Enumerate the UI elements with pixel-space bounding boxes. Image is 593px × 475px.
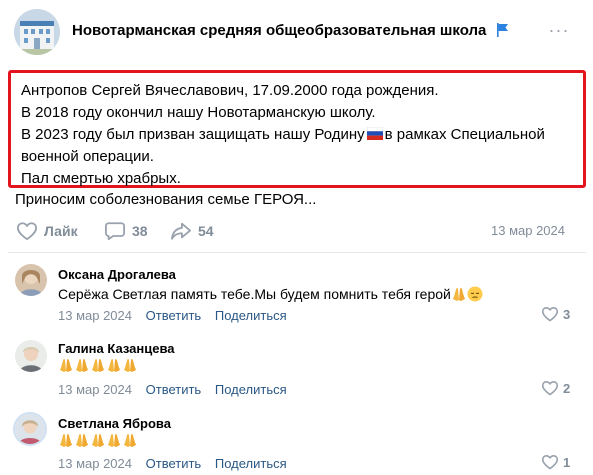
- post-line: Антропов Сергей Вячеславович, 17.09.2000…: [21, 82, 439, 99]
- folded-hands-icon: [74, 432, 90, 451]
- comment-like-count: 2: [563, 380, 571, 396]
- folded-hands-icon: [90, 432, 106, 451]
- avatar[interactable]: [15, 264, 47, 296]
- like-label: Лайк: [44, 223, 78, 239]
- reply-button[interactable]: Ответить: [146, 308, 202, 323]
- comment-like-button[interactable]: 2: [541, 380, 570, 396]
- heart-icon: [541, 455, 559, 470]
- post-line-part: В 2023 году был призван защищать нашу Ро…: [21, 126, 365, 143]
- folded-hands-icon: [106, 432, 122, 451]
- divider: [8, 252, 586, 253]
- more-options-button[interactable]: ···: [548, 20, 570, 40]
- post-line-with-flag: В 2023 году был призван защищать нашу Ро…: [21, 125, 545, 146]
- comment-like-button[interactable]: 1: [541, 454, 570, 470]
- share-icon: [171, 222, 191, 240]
- post-line: военной операции.: [21, 148, 154, 165]
- share-comment-button[interactable]: Поделиться: [215, 382, 287, 397]
- comment-icon: [105, 222, 125, 241]
- post-text-extra: Приносим соболезнования семье ГЕРОЯ...: [15, 191, 317, 208]
- folded-hands-icon: [451, 286, 467, 305]
- comment-like-count: 3: [563, 306, 571, 322]
- comment-date[interactable]: 13 мар 2024: [58, 308, 132, 323]
- folded-hands-icon: [122, 432, 138, 451]
- comment-item: Галина Казанцева 13 мар 2024 Ответить По…: [0, 336, 593, 404]
- comment-text: [58, 432, 138, 451]
- comment-author[interactable]: Оксана Дрогалева: [58, 267, 176, 282]
- folded-hands-icon: [74, 357, 90, 376]
- post-header: Новотарманская средняя общеобразовательн…: [0, 0, 593, 62]
- group-avatar[interactable]: [14, 9, 60, 55]
- comments-count: 38: [132, 223, 148, 239]
- heart-icon: [541, 307, 559, 322]
- reply-button[interactable]: Ответить: [146, 382, 202, 397]
- share-comment-button[interactable]: Поделиться: [215, 456, 287, 471]
- folded-hands-icon: [58, 357, 74, 376]
- folded-hands-icon: [106, 357, 122, 376]
- comment-text: [58, 357, 138, 376]
- avatar[interactable]: [15, 340, 47, 372]
- comment-like-count: 1: [563, 454, 571, 470]
- post-line: Пал смертью храбрых.: [21, 170, 181, 187]
- avatar[interactable]: [13, 412, 47, 446]
- shares-count: 54: [198, 223, 214, 239]
- comment-date[interactable]: 13 мар 2024: [58, 456, 132, 471]
- heart-icon: [541, 381, 559, 396]
- flag-icon: [496, 23, 509, 41]
- pensive-face-icon: [467, 286, 483, 305]
- comment-meta: 13 мар 2024 Ответить Поделиться: [58, 456, 287, 471]
- share-button[interactable]: 54: [170, 216, 214, 246]
- russian-flag-icon: [366, 126, 383, 146]
- comments-button[interactable]: 38: [104, 216, 148, 246]
- comment-item: Оксана Дрогалева Серёжа Светлая память т…: [0, 262, 593, 330]
- group-name[interactable]: Новотарманская средняя общеобразовательн…: [72, 22, 509, 41]
- comment-text: Серёжа Светлая память тебе.Мы будем помн…: [58, 286, 483, 305]
- group-name-text[interactable]: Новотарманская средняя общеобразовательн…: [72, 22, 486, 39]
- folded-hands-icon: [122, 357, 138, 376]
- like-button[interactable]: Лайк: [16, 216, 78, 246]
- comment-like-button[interactable]: 3: [541, 306, 570, 322]
- comment-text-content: Серёжа Светлая память тебе.Мы будем помн…: [58, 286, 451, 302]
- post-actions: Лайк 38 54 13 мар 2024: [0, 216, 593, 246]
- comment-author[interactable]: Галина Казанцева: [58, 341, 175, 356]
- share-comment-button[interactable]: Поделиться: [215, 308, 287, 323]
- reply-button[interactable]: Ответить: [146, 456, 202, 471]
- post-date[interactable]: 13 мар 2024: [491, 223, 565, 238]
- post-line-part: в рамках Специальной: [384, 126, 545, 143]
- comment-author[interactable]: Светлана Яброва: [58, 416, 171, 431]
- comment-meta: 13 мар 2024 Ответить Поделиться: [58, 382, 287, 397]
- post-line: В 2018 году окончил нашу Новотарманскую …: [21, 104, 376, 121]
- heart-icon: [16, 222, 37, 241]
- folded-hands-icon: [58, 432, 74, 451]
- comment-item: Светлана Яброва 13 мар 2024 Ответить Под…: [0, 410, 593, 475]
- comment-date[interactable]: 13 мар 2024: [58, 382, 132, 397]
- folded-hands-icon: [90, 357, 106, 376]
- comment-meta: 13 мар 2024 Ответить Поделиться: [58, 308, 287, 323]
- post-text-highlight: Антропов Сергей Вячеславович, 17.09.2000…: [8, 70, 586, 188]
